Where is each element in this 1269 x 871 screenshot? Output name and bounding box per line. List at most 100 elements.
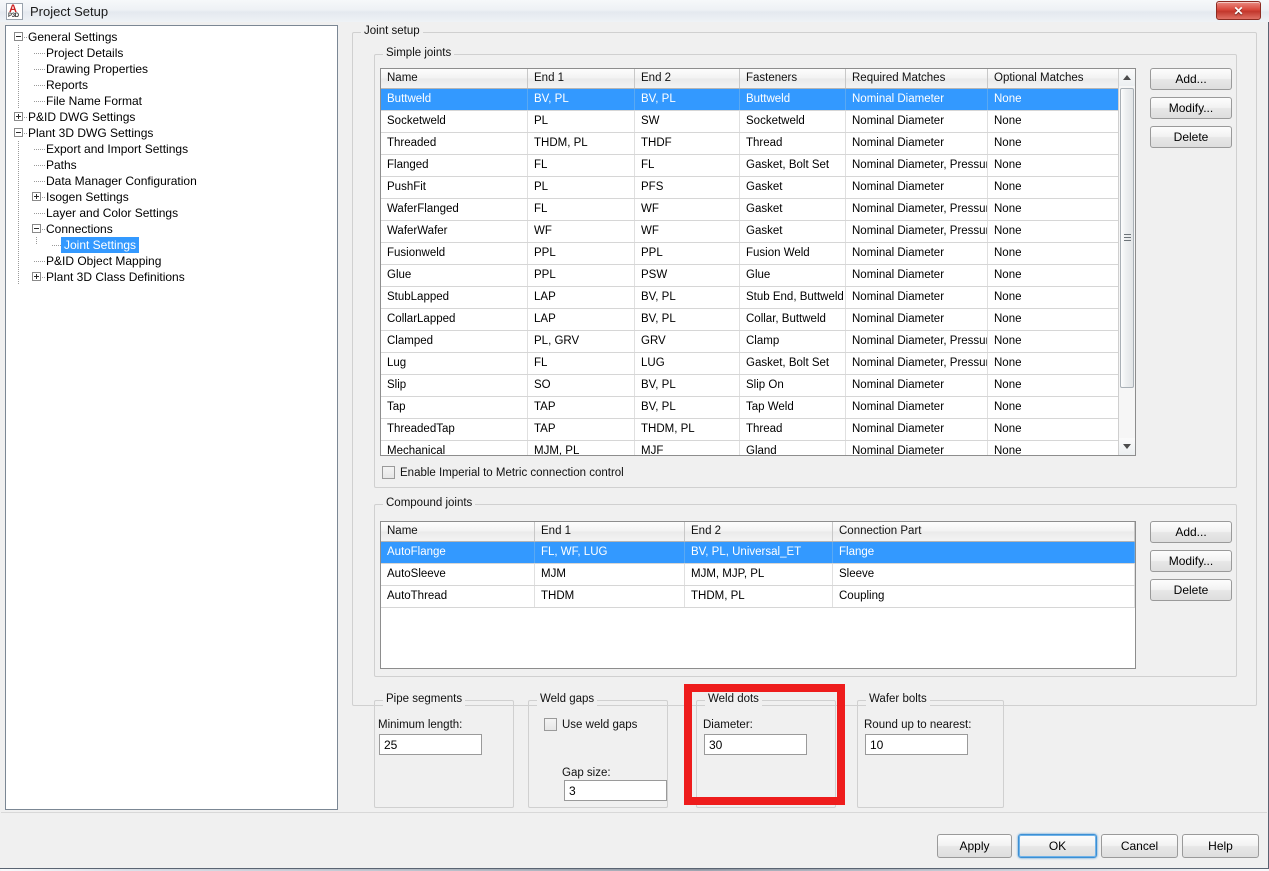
tree-connector-stub xyxy=(24,117,27,118)
column-header[interactable]: Name xyxy=(381,522,535,541)
use-weld-gaps-checkbox-icon[interactable] xyxy=(544,718,557,731)
table-row[interactable]: WaferFlanged FL WF Gasket Nominal Diameter, … xyxy=(381,199,1135,221)
tree-item-p-id-object-mapping[interactable]: P&ID Object Mapping xyxy=(6,253,337,269)
table-row[interactable]: Buttweld BV, PL BV, PL Buttweld Nominal Diam… xyxy=(381,89,1135,111)
close-button[interactable]: ✕ xyxy=(1216,1,1261,20)
column-header[interactable]: Name xyxy=(381,69,528,88)
table-row[interactable]: Clamped PL, GRV GRV Clamp Nominal Diameter, … xyxy=(381,331,1135,353)
checkbox-box-icon[interactable] xyxy=(382,466,395,479)
simple-joints-delete-button[interactable]: Delete xyxy=(1150,126,1232,148)
cancel-button[interactable]: Cancel xyxy=(1101,834,1178,858)
column-header[interactable]: End 1 xyxy=(535,522,685,541)
help-button[interactable]: Help xyxy=(1182,834,1259,858)
table-cell: Clamped xyxy=(381,331,528,352)
apply-button[interactable]: Apply xyxy=(937,834,1012,858)
table-row[interactable]: StubLapped LAP BV, PL Stub End, Buttweld Nom… xyxy=(381,287,1135,309)
scroll-down-arrow-icon[interactable] xyxy=(1119,438,1135,455)
compound-joints-add-button[interactable]: Add... xyxy=(1150,521,1232,543)
tree-collapse-icon[interactable] xyxy=(14,32,23,41)
table-row[interactable]: Mechanical MJM, PL MJF Gland Nominal Diamete… xyxy=(381,441,1135,455)
tree-collapse-icon[interactable] xyxy=(14,128,23,137)
table-cell: None xyxy=(988,397,1119,418)
tree-item-paths[interactable]: Paths xyxy=(6,157,337,173)
tree-expand-icon[interactable] xyxy=(32,272,41,281)
minimum-length-input[interactable]: 25 xyxy=(379,734,482,755)
enable-imperial-metric-checkbox[interactable]: Enable Imperial to Metric connection con… xyxy=(382,466,624,479)
simple-joints-grid[interactable]: Name End 1 End 2 Fasteners Required Matches O… xyxy=(380,68,1136,456)
table-cell: Gasket xyxy=(740,177,846,198)
tree-item-drawing-properties[interactable]: Drawing Properties xyxy=(6,61,337,77)
tree-item-general-settings[interactable]: General Settings xyxy=(6,29,337,45)
scroll-up-arrow-icon[interactable] xyxy=(1119,69,1135,86)
table-row[interactable]: Threaded THDM, PL THDF Thread Nominal Diamet… xyxy=(381,133,1135,155)
tree-item-reports[interactable]: Reports xyxy=(6,77,337,93)
table-row[interactable]: PushFit PL PFS Gasket Nominal Diameter None xyxy=(381,177,1135,199)
compound-joints-rows[interactable]: AutoFlange FL, WF, LUG BV, PL, Universal_E… xyxy=(381,542,1135,668)
simple-joints-scroll-track[interactable] xyxy=(1119,86,1135,438)
simple-joints-modify-button[interactable]: Modify... xyxy=(1150,97,1232,119)
table-cell: Nominal Diameter, Pressur... xyxy=(846,331,988,352)
tree-item-project-details[interactable]: Project Details xyxy=(6,45,337,61)
use-weld-gaps-checkbox[interactable]: Use weld gaps xyxy=(544,718,637,731)
tree-expand-icon[interactable] xyxy=(14,112,23,121)
table-cell: WF xyxy=(635,199,740,220)
tree-item-plant-3d-dwg-settings[interactable]: Plant 3D DWG Settings xyxy=(6,125,337,141)
column-header[interactable]: End 1 xyxy=(528,69,635,88)
tree-item-layer-and-color-settings[interactable]: Layer and Color Settings xyxy=(6,205,337,221)
compound-joints-grid[interactable]: Name End 1 End 2 Connection Part AutoFlange… xyxy=(380,521,1136,669)
tree-item-label: Plant 3D Class Definitions xyxy=(46,270,185,284)
simple-joints-rows[interactable]: Buttweld BV, PL BV, PL Buttweld Nominal Diam… xyxy=(381,89,1135,455)
simple-joints-scrollbar[interactable] xyxy=(1118,69,1135,455)
table-cell: SW xyxy=(635,111,740,132)
column-header[interactable]: Optional Matches xyxy=(988,69,1119,88)
table-cell: Tap Weld xyxy=(740,397,846,418)
tree-collapse-icon[interactable] xyxy=(32,224,41,233)
tree-item-isogen-settings[interactable]: Isogen Settings xyxy=(6,189,337,205)
tree-expand-icon[interactable] xyxy=(32,192,41,201)
tree-item-connections[interactable]: Connections xyxy=(6,221,337,237)
table-row[interactable]: WaferWafer WF WF Gasket Nominal Diameter, Pr… xyxy=(381,221,1135,243)
tree-item-file-name-format[interactable]: File Name Format xyxy=(6,93,337,109)
tree-item-export-and-import-settings[interactable]: Export and Import Settings xyxy=(6,141,337,157)
column-header[interactable]: Required Matches xyxy=(846,69,988,88)
tree-item-label: Project Details xyxy=(46,46,124,60)
table-row[interactable]: Flanged FL FL Gasket, Bolt Set Nominal Diame… xyxy=(381,155,1135,177)
table-cell: AutoSleeve xyxy=(381,564,535,585)
compound-joints-modify-button[interactable]: Modify... xyxy=(1150,550,1232,572)
table-cell: None xyxy=(988,199,1119,220)
simple-joints-add-button[interactable]: Add... xyxy=(1150,68,1232,90)
table-row[interactable]: AutoFlange FL, WF, LUG BV, PL, Universal_E… xyxy=(381,542,1135,564)
table-cell: FL, WF, LUG xyxy=(535,542,685,563)
table-cell: Nominal Diameter xyxy=(846,111,988,132)
dialog-titlebar[interactable]: A P3D Project Setup ✕ xyxy=(0,0,1269,22)
tree-item-plant-3d-class-definitions[interactable]: Plant 3D Class Definitions xyxy=(6,269,337,285)
table-cell: Fusionweld xyxy=(381,243,528,264)
joint-settings-pane: Joint setup Simple joints Name End 1 End 2… xyxy=(346,25,1263,810)
tree-item-joint-settings[interactable]: Joint Settings xyxy=(6,237,337,253)
table-row[interactable]: CollarLapped LAP BV, PL Collar, Buttweld Nom… xyxy=(381,309,1135,331)
table-row[interactable]: Glue PPL PSW Glue Nominal Diameter None xyxy=(381,265,1135,287)
table-row[interactable]: ThreadedTap TAP THDM, PL Thread Nominal Diam… xyxy=(381,419,1135,441)
column-header[interactable]: Fasteners xyxy=(740,69,846,88)
column-header[interactable]: Connection Part xyxy=(833,522,1135,541)
column-header[interactable]: End 2 xyxy=(685,522,833,541)
table-row[interactable]: AutoSleeve MJM MJM, MJP, PL Sleeve xyxy=(381,564,1135,586)
tree-item-p-id-dwg-settings[interactable]: P&ID DWG Settings xyxy=(6,109,337,125)
round-up-to-nearest-input[interactable]: 10 xyxy=(865,734,968,755)
settings-tree[interactable]: General Settings Project Details Drawing P… xyxy=(5,25,338,810)
table-row[interactable]: Socketweld PL SW Socketweld Nominal Diameter… xyxy=(381,111,1135,133)
table-cell: LUG xyxy=(635,353,740,374)
table-row[interactable]: Slip SO BV, PL Slip On Nominal Diameter None xyxy=(381,375,1135,397)
table-row[interactable]: Tap TAP BV, PL Tap Weld Nominal Diameter None xyxy=(381,397,1135,419)
table-row[interactable]: AutoThread THDM THDM, PL Coupling xyxy=(381,586,1135,608)
table-cell: WaferWafer xyxy=(381,221,528,242)
weld-dot-diameter-input[interactable]: 30 xyxy=(704,734,807,755)
table-row[interactable]: Lug FL LUG Gasket, Bolt Set Nominal Diameter… xyxy=(381,353,1135,375)
column-header[interactable]: End 2 xyxy=(635,69,740,88)
ok-button[interactable]: OK xyxy=(1018,834,1097,858)
simple-joints-scroll-thumb[interactable] xyxy=(1120,88,1134,388)
tree-item-data-manager-configuration[interactable]: Data Manager Configuration xyxy=(6,173,337,189)
table-row[interactable]: Fusionweld PPL PPL Fusion Weld Nominal Diame… xyxy=(381,243,1135,265)
gap-size-input[interactable]: 3 xyxy=(564,780,667,801)
compound-joints-delete-button[interactable]: Delete xyxy=(1150,579,1232,601)
